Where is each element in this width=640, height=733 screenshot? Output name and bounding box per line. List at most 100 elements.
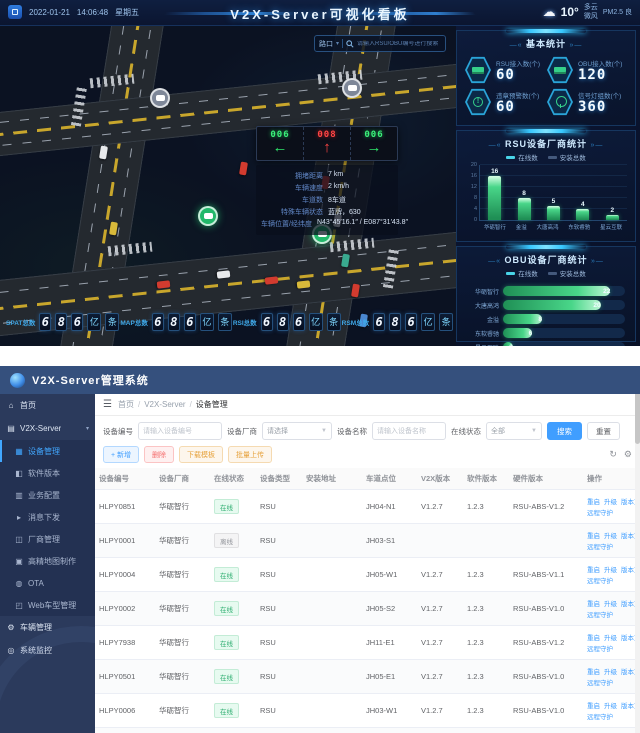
bar-value: 8 (522, 190, 526, 197)
cell-v2x-version: V1.2.7 (417, 659, 463, 694)
bar-value: 16 (491, 168, 499, 175)
rsu-map-marker[interactable] (342, 78, 362, 98)
cell-status: 在线 (210, 625, 256, 660)
row-action-link[interactable]: 升级 (604, 533, 617, 540)
table-column-header: 在线状态 (210, 468, 256, 490)
row-action-link[interactable]: 远程守护 (587, 578, 613, 585)
vehicle-map-marker[interactable] (198, 206, 218, 226)
row-action-link[interactable]: 远程守护 (587, 612, 613, 619)
message-counter: MAP总数 6 8 6 亿条 (120, 313, 232, 331)
sidebar-item-map[interactable]: ▣ 高精地图制作 (0, 550, 95, 572)
sidebar: ⌂ 首页 ▤ V2X-Server ▾ ▦ 设备管理 ◧ 软件版本 ▥ 业务配置 ▸ 消息下发 ◫ 厂商管理… (0, 394, 95, 733)
device-id-input[interactable] (138, 422, 222, 440)
rsu-map-marker[interactable] (150, 88, 170, 108)
counter-unit: 亿 (421, 313, 436, 331)
action-button[interactable]: 删除 (144, 446, 175, 463)
sidebar-item-home[interactable]: ⌂ 首页 (0, 394, 95, 417)
cell-device-id: HLPY0006 (95, 693, 155, 728)
status-badge: 在线 (214, 635, 239, 650)
breadcrumb-item[interactable]: V2X-Server (144, 400, 185, 409)
row-action-link[interactable]: 远程守护 (587, 510, 613, 517)
obu-bar-track: 8 (503, 314, 625, 324)
map-search-input[interactable] (357, 40, 441, 47)
row-action-link[interactable]: 重启 (587, 533, 600, 540)
sidebar-collapse-icon[interactable]: ☰ (103, 399, 112, 410)
cell-software-version: 1.2.3 (463, 625, 509, 660)
row-action-link[interactable]: 重启 (587, 703, 600, 710)
device-name-input[interactable] (372, 422, 446, 440)
message-counter: SPAT总数 6 8 6 亿条 (6, 313, 120, 331)
sidebar-item-vendor[interactable]: ◫ 厂商管理 (0, 528, 95, 550)
search-category[interactable]: 路口 (319, 39, 333, 49)
table-column-header: 设备类型 (256, 468, 302, 490)
counter-digit: 6 (151, 313, 164, 331)
signal-info-label: 车道数 (302, 197, 323, 204)
row-action-link[interactable]: 远程守护 (587, 680, 613, 687)
row-action-link[interactable]: 重启 (587, 567, 600, 574)
table-row: HLPY0002 华砺智行 在线 RSU JH05-S2 V1.2.7 1.2.3 RSU-A… (95, 591, 640, 626)
row-action-link[interactable]: 升级 (604, 669, 617, 676)
admin-navbar: V2X-Server管理系统 (0, 366, 640, 394)
row-action-link[interactable]: 重启 (587, 499, 600, 506)
sidebar-item-device[interactable]: ▦ 设备管理 (0, 440, 95, 462)
row-action-link[interactable]: 升级 (604, 703, 617, 710)
sidebar-item-vehicle[interactable]: ⚙ 车辆管理 (0, 616, 95, 639)
reset-button[interactable]: 重置 (587, 422, 620, 440)
counter-unit: 条 (217, 313, 232, 331)
monitor-icon: ◎ (7, 646, 15, 655)
sidebar-item-web[interactable]: ◰ Web车型管理 (0, 594, 95, 616)
action-button[interactable]: 批量上传 (228, 446, 273, 463)
sidebar-item-software[interactable]: ◧ 软件版本 (0, 462, 95, 484)
vehicle-icon: ⚙ (7, 623, 15, 632)
search-button[interactable]: 搜索 (547, 422, 582, 440)
cell-device-id: HLPY0501 (95, 659, 155, 694)
settings-icon[interactable]: ⚙ (624, 449, 632, 460)
table-row: HLPY0006 华砺智行 在线 RSU JH03-W1 V1.2.7 1.2.3 RSU-A… (95, 693, 640, 728)
row-action-link[interactable]: 升级 (604, 601, 617, 608)
vendor-label: 设备厂商 (227, 426, 257, 436)
cell-point: JH04-N1 (362, 489, 417, 524)
row-action-link[interactable]: 远程守护 (587, 646, 613, 653)
row-action-link[interactable]: 升级 (604, 567, 617, 574)
refresh-icon[interactable]: ↻ (609, 449, 617, 460)
sidebar-item-ota[interactable]: ◍ OTA (0, 572, 95, 594)
row-action-link[interactable]: 远程守护 (587, 714, 613, 721)
cell-actions: 重启升级版本更新远程守护 (583, 625, 640, 660)
cell-type: RSU (256, 591, 302, 626)
sidebar-item-label: 软件版本 (28, 468, 60, 478)
cell-v2x-version: V1.2.7 (417, 625, 463, 660)
breadcrumb-item[interactable]: 首页 (118, 399, 134, 410)
sidebar-item-config[interactable]: ▥ 业务配置 (0, 484, 95, 506)
counter-label: RSM总数 (341, 320, 370, 327)
breadcrumb-bar: ☰ 首页 / V2X-Server / 设备管理 (95, 394, 640, 416)
sidebar-item-monitor[interactable]: ◎ 系统监控 (0, 639, 95, 662)
sidebar-item-server[interactable]: ▤ V2X-Server ▾ (0, 417, 95, 440)
map-search-bar[interactable]: 路口 ▾ (314, 35, 446, 52)
obu-vendor-panel: ―« OBU设备厂商统计 »― 在线数 安装总数 华砺智行 22 大唐高鸿 20 金溢 8 东… (456, 246, 636, 346)
row-action-link[interactable]: 重启 (587, 601, 600, 608)
counter-unit: 条 (105, 313, 120, 331)
cell-device-id: HLPY1937 (95, 727, 155, 733)
scrollbar[interactable] (635, 366, 640, 733)
action-button[interactable]: + 新增 (103, 446, 140, 463)
cell-type: RSU (256, 557, 302, 592)
row-action-link[interactable]: 远程守护 (587, 544, 613, 551)
obu-bar-track: 22 (503, 286, 625, 296)
message-counters: SPAT总数 6 8 6 亿条 MAP总数 6 8 6 亿条 RSI总数 6 8 6 亿条 RSM总数 6 8 6 亿… (2, 302, 454, 342)
table-row: HLPY1937华砺智行离线RSU JH11-W2V1.2.71.2.3RSU-A… (95, 727, 640, 733)
row-action-link[interactable]: 升级 (604, 635, 617, 642)
sidebar-item-message[interactable]: ▸ 消息下发 (0, 506, 95, 528)
status-badge: 在线 (214, 499, 239, 514)
cell-hardware-version: RSU-ABS-V1.2 (509, 727, 583, 733)
row-action-link[interactable]: 升级 (604, 499, 617, 506)
row-action-link[interactable]: 重启 (587, 669, 600, 676)
vendor-select[interactable]: 请选择 ▼ (262, 422, 332, 440)
action-button[interactable]: 下载模板 (179, 446, 224, 463)
status-select[interactable]: 全部 ▼ (486, 422, 542, 440)
bars: 16 8 5 4 2 (480, 165, 627, 220)
message-counter: RSM总数 6 8 6 亿条 (342, 313, 454, 331)
cloud-icon: ☁ (542, 4, 556, 19)
traffic-map[interactable]: 路口 ▾ 006←008↑006→ 拥堵距离 7 km 车辆速度 2 km/h 车道数 8… (0, 26, 456, 346)
sidebar-item-label: 车辆管理 (20, 623, 52, 632)
row-action-link[interactable]: 重启 (587, 635, 600, 642)
